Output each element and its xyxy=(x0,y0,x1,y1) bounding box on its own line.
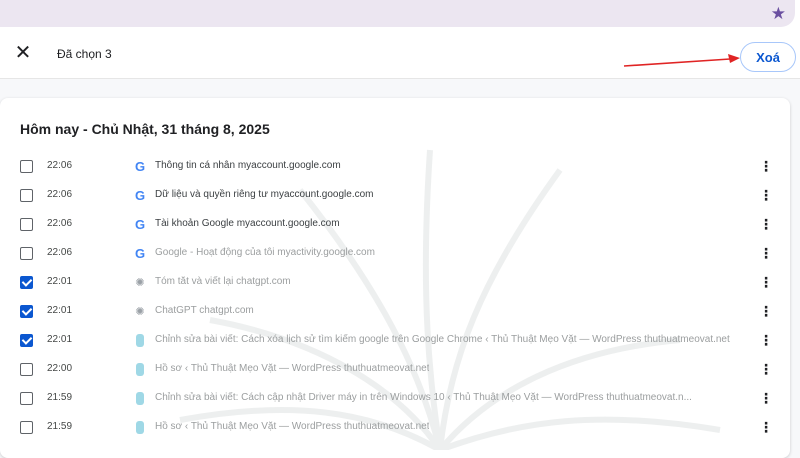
row-title-link[interactable]: Hồ sơ ‹ Thủ Thuật Mẹo Vặt — WordPress th… xyxy=(155,421,429,432)
row-time: 22:00 xyxy=(47,363,73,374)
close-icon[interactable]: ✕ xyxy=(13,43,33,63)
annotation-arrow xyxy=(623,54,740,67)
row-checkbox[interactable] xyxy=(20,276,33,289)
google-icon: G xyxy=(134,217,146,232)
star-icon[interactable]: ★ xyxy=(771,4,786,24)
row-title-link[interactable]: Chỉnh sửa bài viết: Cách xóa lịch sử tìm… xyxy=(155,334,730,345)
browser-toolbar: ★ xyxy=(0,0,800,30)
google-icon: G xyxy=(134,246,146,261)
more-options-icon[interactable]: ⋮ xyxy=(759,158,773,174)
row-checkbox[interactable] xyxy=(20,305,33,318)
row-time: 22:01 xyxy=(47,276,73,287)
row-checkbox[interactable] xyxy=(20,218,33,231)
row-checkbox[interactable] xyxy=(20,334,33,347)
more-options-icon[interactable]: ⋮ xyxy=(759,187,773,203)
more-options-icon[interactable]: ⋮ xyxy=(759,332,773,348)
row-time: 22:06 xyxy=(47,160,73,171)
more-options-icon[interactable]: ⋮ xyxy=(759,216,773,232)
chatgpt-icon: ✺ xyxy=(135,306,145,318)
row-checkbox[interactable] xyxy=(20,363,33,376)
more-options-icon[interactable]: ⋮ xyxy=(759,274,773,290)
more-options-icon[interactable]: ⋮ xyxy=(759,361,773,377)
wordpress-icon: W xyxy=(136,334,144,347)
more-options-icon[interactable]: ⋮ xyxy=(759,419,773,435)
google-icon: G xyxy=(134,159,146,174)
more-options-icon[interactable]: ⋮ xyxy=(759,245,773,261)
row-title-link[interactable]: Google - Hoạt động của tôi myactivity.go… xyxy=(155,247,375,258)
selected-count: Đã chọn 3 xyxy=(57,47,112,61)
more-options-icon[interactable]: ⋮ xyxy=(759,390,773,406)
history-row[interactable]: 22:06 G Tài khoản Google myaccount.google.… xyxy=(0,211,790,240)
row-checkbox[interactable] xyxy=(20,189,33,202)
row-title-link[interactable]: Thông tin cá nhân myaccount.google.com xyxy=(155,160,341,171)
history-row[interactable]: 21:59 W Chỉnh sửa bài viết: Cách cập nhật … xyxy=(0,385,790,414)
row-time: 22:06 xyxy=(47,218,73,229)
row-checkbox[interactable] xyxy=(20,247,33,260)
row-title-link[interactable]: Tóm tắt và viết lại chatgpt.com xyxy=(155,276,291,287)
row-checkbox[interactable] xyxy=(20,421,33,434)
history-row[interactable]: 21:59 W Hồ sơ ‹ Thủ Thuật Mẹo Vặt — WordPr… xyxy=(0,414,790,443)
wordpress-icon: W xyxy=(136,421,144,434)
row-checkbox[interactable] xyxy=(20,160,33,173)
history-row[interactable]: 22:01 W Chỉnh sửa bài viết: Cách xóa lịch … xyxy=(0,327,790,356)
row-checkbox[interactable] xyxy=(20,392,33,405)
address-bar[interactable] xyxy=(0,0,795,27)
history-row[interactable]: 22:01 ✺ Tóm tắt và viết lại chatgpt.com ⋮ xyxy=(0,269,790,298)
wordpress-icon: W xyxy=(136,363,144,376)
row-time: 21:59 xyxy=(47,392,73,403)
history-row[interactable]: 22:06 G Google - Hoạt động của tôi myactiv… xyxy=(0,240,790,269)
row-title-link[interactable]: Dữ liệu và quyền riêng tư myaccount.goog… xyxy=(155,189,374,200)
google-icon: G xyxy=(134,188,146,203)
row-time: 22:06 xyxy=(47,247,73,258)
row-time: 22:01 xyxy=(47,305,73,316)
delete-button[interactable]: Xoá xyxy=(740,42,796,72)
row-title-link[interactable]: Hồ sơ ‹ Thủ Thuật Mẹo Vặt — WordPress th… xyxy=(155,363,429,374)
chatgpt-icon: ✺ xyxy=(135,277,145,289)
row-time: 21:59 xyxy=(47,421,73,432)
history-row[interactable]: 22:06 G Thông tin cá nhân myaccount.google… xyxy=(0,153,790,182)
wordpress-icon: W xyxy=(136,392,144,405)
row-time: 22:06 xyxy=(47,189,73,200)
row-time: 22:01 xyxy=(47,334,73,345)
row-title-link[interactable]: Chỉnh sửa bài viết: Cách cập nhật Driver… xyxy=(155,392,692,403)
more-options-icon[interactable]: ⋮ xyxy=(759,303,773,319)
history-date-heading: Hôm nay - Chủ Nhật, 31 tháng 8, 2025 xyxy=(20,121,270,137)
history-row[interactable]: 22:06 G Dữ liệu và quyền riêng tư myaccoun… xyxy=(0,182,790,211)
row-title-link[interactable]: ChatGPT chatgpt.com xyxy=(155,305,254,316)
history-row[interactable]: 22:00 W Hồ sơ ‹ Thủ Thuật Mẹo Vặt — WordPr… xyxy=(0,356,790,385)
row-title-link[interactable]: Tài khoản Google myaccount.google.com xyxy=(155,218,340,229)
history-row[interactable]: 22:01 ✺ ChatGPT chatgpt.com ⋮ xyxy=(0,298,790,327)
